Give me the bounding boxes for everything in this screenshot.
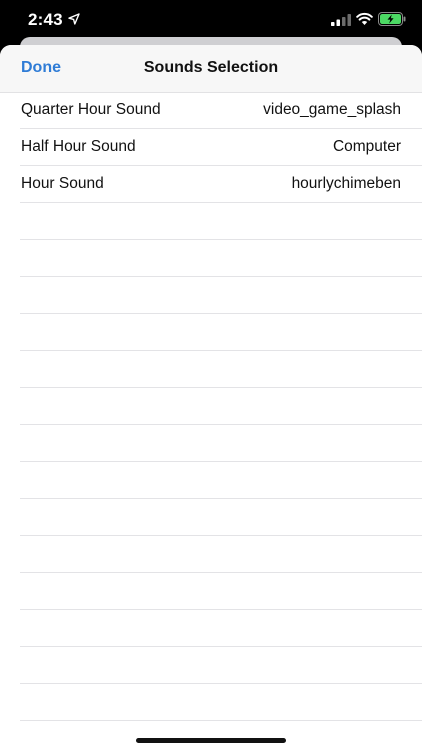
empty-row (20, 277, 422, 314)
empty-row (20, 314, 422, 351)
list-item-hour-sound[interactable]: Hour Sound hourlychimeben (20, 166, 422, 203)
empty-row (20, 573, 422, 610)
status-bar: 2:43 (0, 0, 422, 40)
sounds-list: Quarter Hour Sound video_game_splash Hal… (0, 92, 422, 721)
navigation-bar: Done Sounds Selection (0, 45, 422, 93)
location-arrow-icon (68, 13, 80, 25)
empty-row (20, 536, 422, 573)
empty-row (20, 388, 422, 425)
sounds-selection-sheet: Done Sounds Selection Quarter Hour Sound… (0, 45, 422, 750)
empty-row (20, 462, 422, 499)
page-title: Sounds Selection (143, 59, 279, 76)
row-value: Computer (332, 138, 401, 155)
home-indicator[interactable] (136, 738, 286, 743)
row-label: Half Hour Sound (21, 138, 136, 155)
cellular-signal-icon (331, 14, 351, 26)
row-label: Quarter Hour Sound (21, 101, 161, 118)
list-item-quarter-hour-sound[interactable]: Quarter Hour Sound video_game_splash (20, 92, 422, 129)
row-label: Hour Sound (21, 175, 104, 192)
empty-row (20, 499, 422, 536)
status-time: 2:43 (28, 10, 63, 29)
empty-row (20, 203, 422, 240)
empty-row (20, 684, 422, 721)
app-screen: 2:43 Done Sounds Selection Quarter Hour … (0, 0, 422, 750)
row-value: video_game_splash (263, 101, 401, 118)
empty-row (20, 240, 422, 277)
empty-row (20, 425, 422, 462)
empty-row (20, 610, 422, 647)
wifi-icon (356, 12, 373, 25)
empty-row (20, 647, 422, 684)
list-item-half-hour-sound[interactable]: Half Hour Sound Computer (20, 129, 422, 166)
row-value: hourlychimeben (291, 175, 401, 192)
battery-charging-icon (378, 12, 406, 26)
empty-row (20, 351, 422, 388)
